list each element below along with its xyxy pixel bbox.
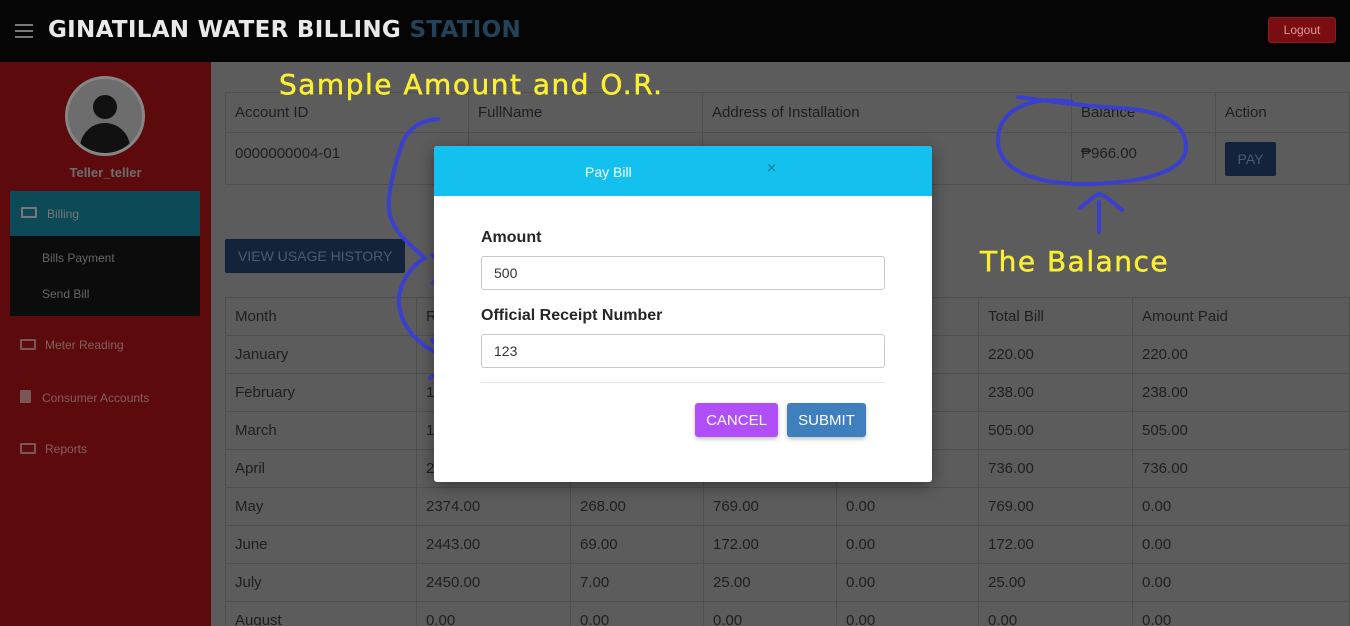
table-cell: 0.00 — [1132, 563, 1350, 602]
table-cell: 0.00 — [1132, 601, 1350, 626]
user-avatar-icon — [65, 76, 145, 156]
col-header-action: Action — [1215, 92, 1350, 133]
table-cell: 172.00 — [703, 525, 837, 564]
table-cell: April — [225, 449, 417, 488]
table-cell: 0.00 — [570, 601, 704, 626]
table-cell: March — [225, 411, 417, 450]
billing-submenu: Bills Payment Send Bill — [10, 236, 200, 316]
column-header: Month — [225, 297, 417, 336]
table-cell: 736.00 — [1132, 449, 1350, 488]
table-cell: 69.00 — [570, 525, 704, 564]
sidebar-item-reports[interactable]: Reports — [20, 442, 87, 456]
logout-button[interactable]: Logout — [1268, 17, 1336, 43]
account-id-cell: 0000000004-01 — [225, 132, 469, 185]
sidebar-item-meter-reading[interactable]: Meter Reading — [20, 338, 124, 352]
sidebar-item-label: Meter Reading — [45, 338, 124, 352]
table-cell: 0.00 — [978, 601, 1133, 626]
table-cell: 7.00 — [570, 563, 704, 602]
table-cell: 0.00 — [1132, 487, 1350, 526]
table-cell: May — [225, 487, 417, 526]
table-cell: 238.00 — [1132, 373, 1350, 412]
col-header-balance: Balance — [1071, 92, 1216, 133]
amount-label: Amount — [481, 229, 542, 246]
table-cell: 769.00 — [703, 487, 837, 526]
table-cell: 220.00 — [978, 335, 1133, 374]
sidebar-item-consumer-accounts[interactable]: Consumer Accounts — [20, 390, 149, 405]
action-cell: PAY — [1215, 132, 1350, 185]
sidebar-item-label: Consumer Accounts — [42, 391, 150, 405]
contact-icon — [20, 390, 31, 403]
app-title-main: GINATILAN WATER BILLING — [48, 17, 402, 43]
table-cell: 0.00 — [703, 601, 837, 626]
submenu-send-bill[interactable]: Send Bill — [42, 287, 89, 301]
table-cell: 0.00 — [836, 525, 979, 564]
column-header: Total Bill — [978, 297, 1133, 336]
balance-cell: ₱966.00 — [1071, 132, 1216, 185]
table-cell: February — [225, 373, 417, 412]
table-cell: 0.00 — [416, 601, 571, 626]
submit-button[interactable]: SUBMIT — [787, 403, 866, 437]
table-cell: July — [225, 563, 417, 602]
username: Teller_teller — [69, 165, 142, 180]
table-cell: 25.00 — [703, 563, 837, 602]
table-cell: 2443.00 — [416, 525, 571, 564]
table-row: July 2450.00 7.00 25.00 0.00 25.00 0.00 — [225, 563, 1350, 602]
table-cell: 238.00 — [978, 373, 1133, 412]
table-cell: 0.00 — [836, 487, 979, 526]
submenu-bills-payment[interactable]: Bills Payment — [42, 251, 115, 265]
pay-button[interactable]: PAY — [1225, 142, 1276, 176]
pay-bill-modal: Pay Bill × Amount Official Receipt Numbe… — [434, 146, 932, 482]
view-usage-history-button[interactable]: VIEW USAGE HISTORY — [225, 239, 405, 273]
table-row: August 0.00 0.00 0.00 0.00 0.00 0.00 — [225, 601, 1350, 626]
table-row: June 2443.00 69.00 172.00 0.00 172.00 0.00 — [225, 525, 1350, 564]
annotation-balance-text: The Balance — [980, 245, 1170, 279]
sidebar-item-label: Reports — [45, 442, 88, 456]
reports-icon — [20, 443, 36, 454]
table-row: May 2374.00 268.00 769.00 0.00 769.00 0.00 — [225, 487, 1350, 526]
annotation-sample-text: Sample Amount and O.R. — [279, 68, 664, 102]
table-cell: 0.00 — [836, 563, 979, 602]
sidebar: Teller_teller Billing Bills Payment Send… — [0, 62, 211, 626]
table-cell: 2374.00 — [416, 487, 571, 526]
table-cell: 220.00 — [1132, 335, 1350, 374]
close-icon[interactable]: × — [767, 160, 776, 178]
billing-icon — [21, 207, 37, 218]
table-cell: 769.00 — [978, 487, 1133, 526]
or-number-input[interactable] — [481, 334, 885, 368]
table-cell: 505.00 — [1132, 411, 1350, 450]
modal-header: Pay Bill × — [434, 146, 932, 196]
or-number-label: Official Receipt Number — [481, 307, 663, 324]
meter-icon — [20, 339, 36, 350]
modal-title: Pay Bill — [585, 164, 632, 180]
table-cell: 172.00 — [978, 525, 1133, 564]
col-header-address: Address of Installation — [702, 92, 1072, 133]
table-cell: 0.00 — [836, 601, 979, 626]
cancel-button[interactable]: CANCEL — [695, 403, 778, 437]
column-header: Amount Paid — [1132, 297, 1350, 336]
table-cell: 505.00 — [978, 411, 1133, 450]
table-cell: August — [225, 601, 417, 626]
top-bar: GINATILAN WATER BILLING STATION Logout — [0, 0, 1350, 62]
table-cell: 25.00 — [978, 563, 1133, 602]
hamburger-menu-icon[interactable] — [15, 24, 33, 38]
sidebar-item-label: Billing — [47, 207, 80, 221]
amount-input[interactable] — [481, 256, 885, 290]
table-cell: January — [225, 335, 417, 374]
table-cell: 268.00 — [570, 487, 704, 526]
modal-divider — [481, 382, 885, 383]
sidebar-item-billing[interactable]: Billing — [10, 191, 200, 236]
app-title-accent: STATION — [409, 17, 522, 43]
table-cell: June — [225, 525, 417, 564]
table-cell: 736.00 — [978, 449, 1133, 488]
table-cell: 0.00 — [1132, 525, 1350, 564]
app-title: GINATILAN WATER BILLING STATION — [48, 17, 521, 43]
table-cell: 2450.00 — [416, 563, 571, 602]
